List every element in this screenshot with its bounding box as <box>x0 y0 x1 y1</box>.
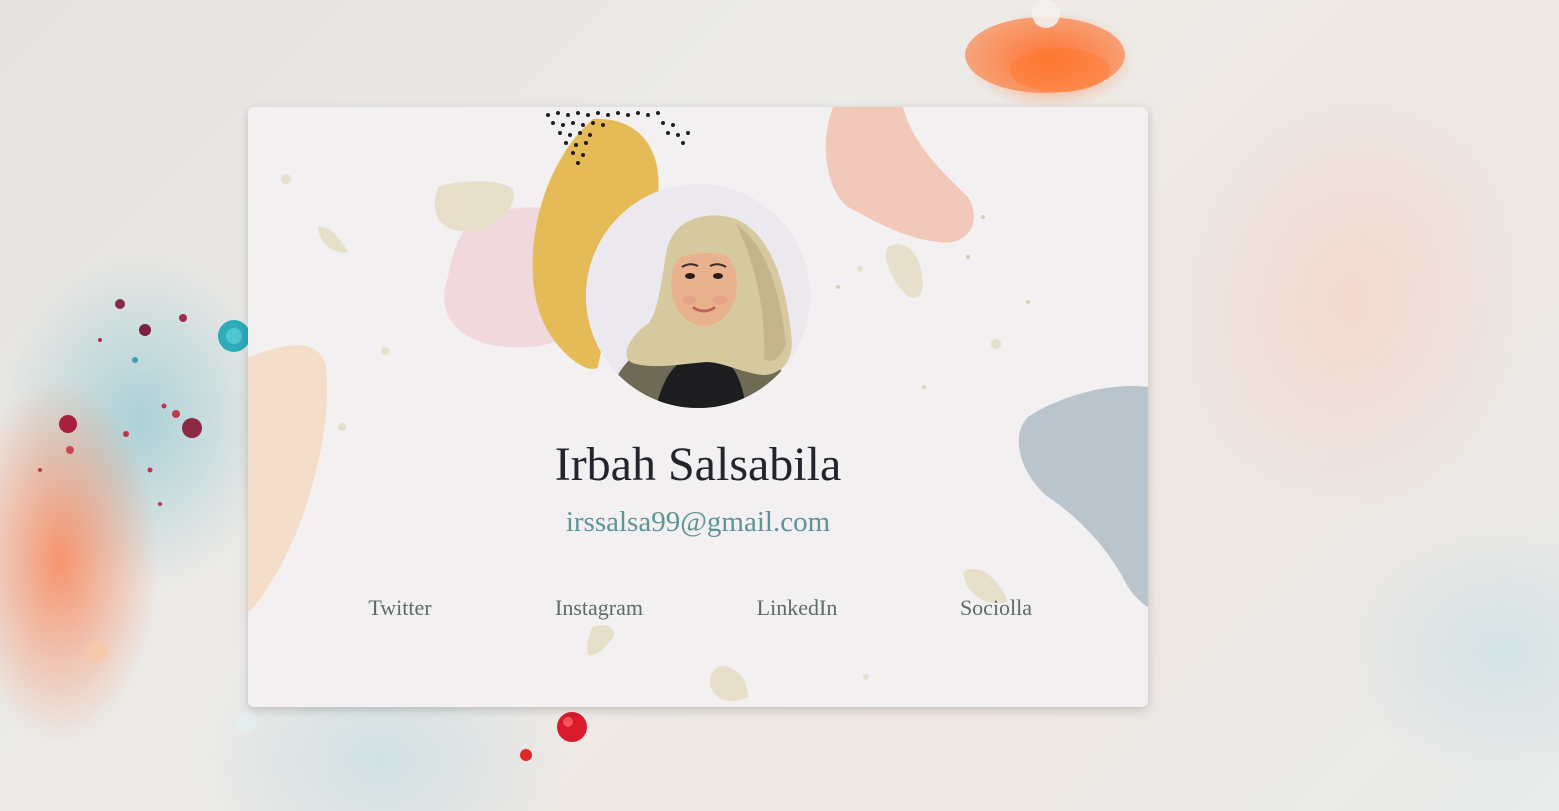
sociolla-link[interactable]: Sociolla <box>960 593 1032 623</box>
social-links: Twitter Instagram LinkedIn Sociolla <box>248 593 1148 623</box>
profile-name: Irbah Salsabila <box>554 438 842 491</box>
email-link[interactable]: irssalsa99@gmail.com <box>248 504 1148 540</box>
profile-photo <box>586 184 810 408</box>
profile-card: Irbah Salsabila irssalsa99@gmail.com Twi… <box>248 107 1148 707</box>
avatar <box>586 184 810 408</box>
twitter-link[interactable]: Twitter <box>368 593 431 623</box>
linkedin-link[interactable]: LinkedIn <box>757 593 838 623</box>
instagram-link[interactable]: Instagram <box>555 593 643 623</box>
